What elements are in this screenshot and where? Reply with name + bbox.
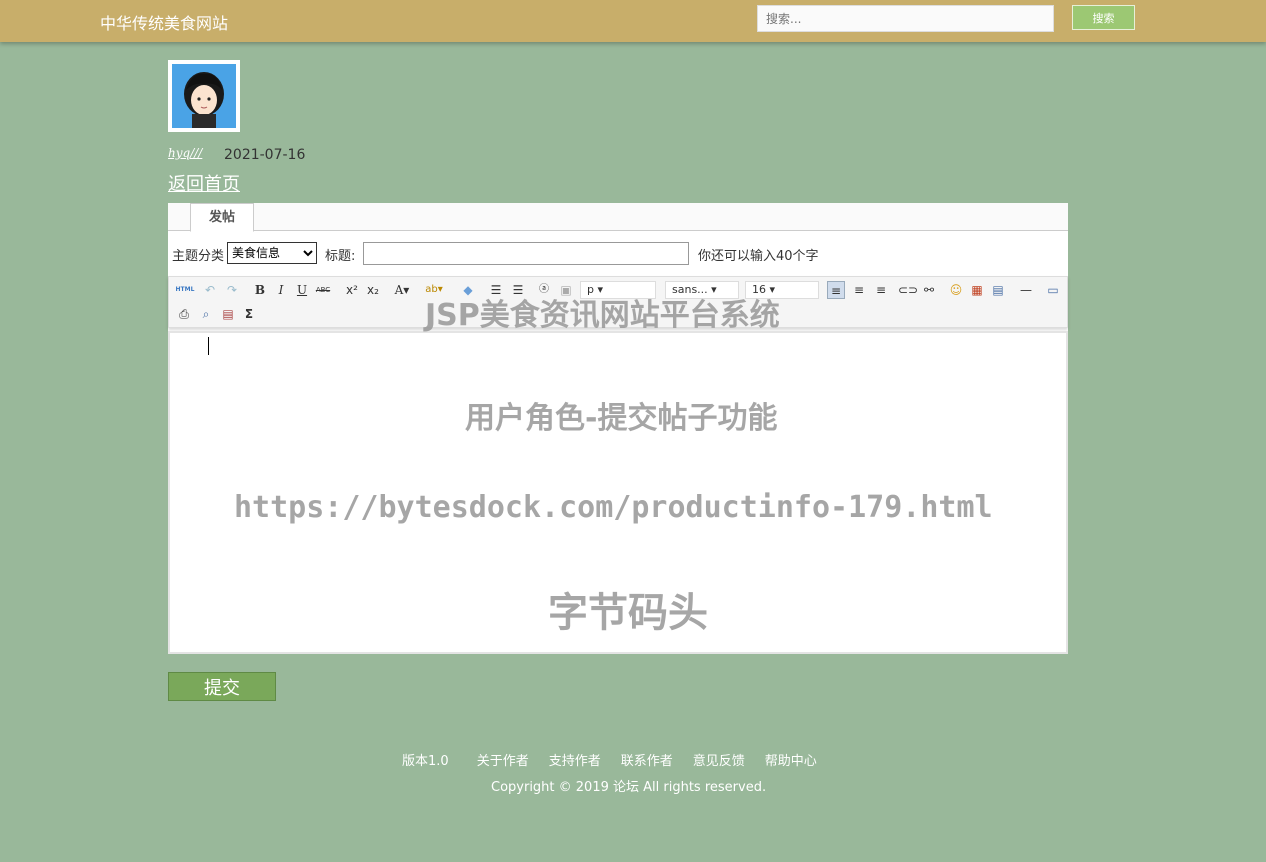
superscript-icon[interactable]: x² xyxy=(343,281,361,299)
align-right-icon[interactable]: ≡ xyxy=(872,281,890,299)
italic-button[interactable]: I xyxy=(272,281,290,299)
footer-links: 版本1.0 关于作者 支持作者 联系作者 意见反馈 帮助中心 xyxy=(402,750,837,769)
footer-contact-author[interactable]: 联系作者 xyxy=(621,750,673,769)
post-form-row: 主题分类 美食信息 标题: 你还可以输入40个字 xyxy=(168,241,1068,267)
html-source-button[interactable]: HTML xyxy=(175,281,195,299)
undo-icon[interactable]: ↶ xyxy=(201,281,219,299)
subscript-icon[interactable]: x₂ xyxy=(364,281,382,299)
search-input[interactable] xyxy=(757,5,1054,32)
tab-post[interactable]: 发帖 xyxy=(190,203,254,232)
avatar-image xyxy=(172,64,236,128)
title-input[interactable] xyxy=(363,242,689,265)
footer-help-center[interactable]: 帮助中心 xyxy=(765,750,817,769)
horizontal-rule-icon[interactable]: — xyxy=(1017,281,1035,299)
redo-icon[interactable]: ↷ xyxy=(223,281,241,299)
remaining-chars-hint: 你还可以输入40个字 xyxy=(698,249,819,264)
fullscreen-icon[interactable]: ▭ xyxy=(1044,281,1062,299)
image-icon[interactable]: ▦ xyxy=(968,281,986,299)
watermark-brand: 字节码头 xyxy=(548,590,708,636)
footer-support-author[interactable]: 支持作者 xyxy=(549,750,601,769)
link-icon[interactable]: ⊂⊃ xyxy=(898,281,918,299)
watermark-title: JSP美食资讯网站平台系统 xyxy=(425,298,780,333)
back-home-link[interactable]: 返回首页 xyxy=(168,170,240,196)
bold-button[interactable]: B xyxy=(251,281,269,299)
watermark-url: https://bytesdock.com/productinfo-179.ht… xyxy=(234,490,993,525)
footer-about-author[interactable]: 关于作者 xyxy=(477,750,529,769)
category-select[interactable]: 美食信息 xyxy=(227,242,317,264)
post-date: 2021-07-16 xyxy=(224,147,306,163)
top-navbar: 中华传统美食网站 搜索 xyxy=(0,0,1266,42)
template-icon[interactable]: ▤ xyxy=(219,305,237,323)
align-left-icon[interactable]: ≡ xyxy=(827,281,845,299)
text-caret xyxy=(208,337,209,355)
tab-bar: 发帖 xyxy=(168,203,1068,232)
submit-button[interactable]: 提交 xyxy=(168,672,276,701)
font-color-icon[interactable]: A▾ xyxy=(393,281,411,299)
copyright: Copyright © 2019 论坛 All rights reserved. xyxy=(491,780,767,795)
author-username[interactable]: hyq/// xyxy=(168,146,202,160)
align-center-icon[interactable]: ≡ xyxy=(850,281,868,299)
print-icon[interactable]: ⎙ xyxy=(175,305,193,323)
search-button[interactable]: 搜索 xyxy=(1072,5,1135,30)
footer-version: 版本1.0 xyxy=(402,754,449,769)
formula-button[interactable]: Σ xyxy=(240,305,258,323)
underline-button[interactable]: U xyxy=(293,281,311,299)
avatar xyxy=(168,60,240,132)
title-label: 标题: xyxy=(325,249,356,264)
site-title[interactable]: 中华传统美食网站 xyxy=(100,10,228,34)
category-label: 主题分类 xyxy=(172,249,225,264)
footer-feedback[interactable]: 意见反馈 xyxy=(693,750,745,769)
unlink-icon[interactable]: ⚯ xyxy=(920,281,938,299)
video-icon[interactable]: ▤ xyxy=(989,281,1007,299)
strikethrough-button[interactable]: ABC xyxy=(314,281,332,299)
emoticon-icon[interactable]: ☺ xyxy=(947,281,965,299)
watermark-subtitle: 用户角色-提交帖子功能 xyxy=(465,401,778,436)
preview-icon[interactable]: ⌕ xyxy=(197,305,215,323)
